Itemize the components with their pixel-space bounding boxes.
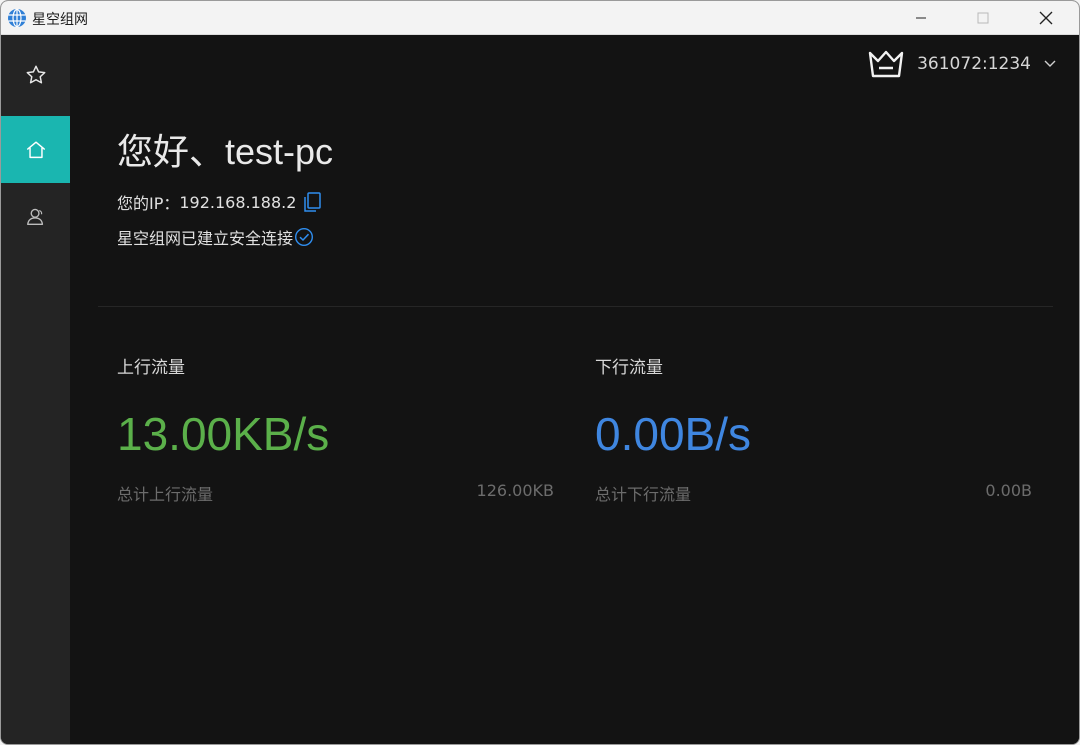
check-circle-icon bbox=[295, 227, 314, 247]
home-icon bbox=[26, 140, 45, 158]
title-bar[interactable]: 星空组网 bbox=[1, 1, 1079, 35]
download-total-value: 0.00B bbox=[985, 481, 1032, 500]
window-title: 星空组网 bbox=[32, 12, 88, 28]
sidebar bbox=[1, 35, 70, 744]
star-icon bbox=[26, 65, 45, 84]
contacts-icon bbox=[26, 208, 43, 225]
sidebar-item-home[interactable] bbox=[1, 116, 70, 183]
close-icon bbox=[1039, 11, 1053, 24]
account-id: 361072:1234 bbox=[917, 54, 1031, 74]
connection-status-row: 星空组网已建立安全连接 bbox=[117, 225, 314, 249]
copy-icon bbox=[304, 192, 322, 212]
download-total-label: 总计下行流量 bbox=[595, 485, 692, 504]
upload-total-label: 总计上行流量 bbox=[117, 485, 214, 504]
close-button[interactable] bbox=[1023, 1, 1069, 34]
upload-total-value: 126.00KB bbox=[476, 481, 554, 500]
ip-label: 您的IP： bbox=[117, 194, 180, 213]
minimize-icon bbox=[916, 17, 926, 18]
minimize-button[interactable] bbox=[898, 1, 944, 34]
main-panel: 361072:1234 您好、test-pc 您的IP： 192.168.188… bbox=[70, 35, 1079, 744]
download-title: 下行流量 bbox=[595, 358, 663, 378]
ip-value: 192.168.188.2 bbox=[179, 192, 297, 212]
download-rate: 0.00B/s bbox=[595, 408, 751, 460]
connection-status: 星空组网已建立安全连接 bbox=[117, 229, 294, 248]
sidebar-item-contacts[interactable] bbox=[1, 183, 70, 250]
greeting-heading: 您好、test-pc bbox=[117, 131, 334, 172]
globe-icon bbox=[8, 8, 26, 28]
maximize-icon bbox=[977, 12, 989, 23]
maximize-button[interactable] bbox=[960, 1, 1006, 34]
account-menu[interactable]: 361072:1234 bbox=[867, 48, 1057, 80]
section-divider bbox=[98, 306, 1053, 307]
sidebar-item-favorites[interactable] bbox=[1, 41, 70, 108]
ip-row: 您的IP： 192.168.188.2 bbox=[117, 190, 322, 214]
chevron-down-icon bbox=[1044, 60, 1056, 67]
crown-icon bbox=[868, 50, 904, 78]
upload-title: 上行流量 bbox=[117, 358, 185, 378]
app-window: 星空组网 361072:1234 您好、test-pc 您的IP： 192.16… bbox=[0, 0, 1080, 745]
upload-rate: 13.00KB/s bbox=[117, 408, 330, 460]
copy-ip-button[interactable] bbox=[302, 191, 322, 213]
